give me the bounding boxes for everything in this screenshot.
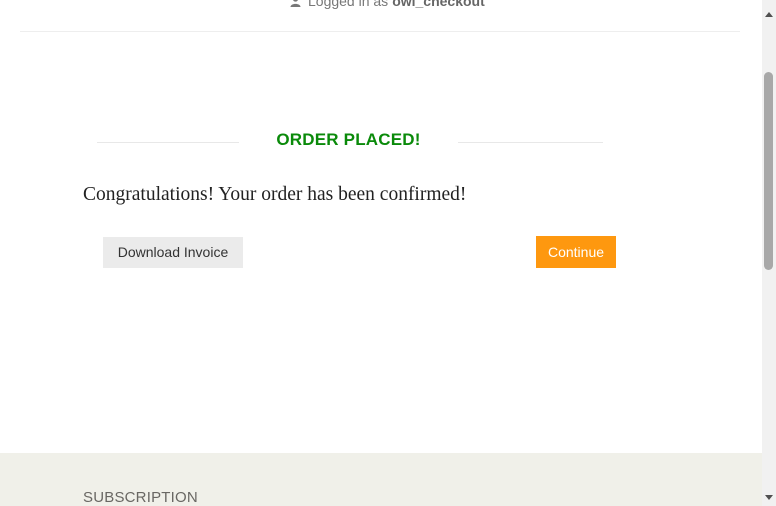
confirmation-message: Congratulations! Your order has been con… [83, 184, 467, 205]
vertical-scrollbar[interactable] [762, 0, 776, 506]
user-icon [290, 0, 301, 7]
title-divider-left [97, 142, 239, 143]
order-title-row: ORDER PLACED! [97, 128, 603, 156]
scroll-down-arrow-icon[interactable] [765, 488, 773, 500]
footer: SUBSCRIPTION [0, 453, 762, 506]
login-prefix: Logged in as [308, 0, 389, 9]
scroll-up-arrow-icon[interactable] [765, 6, 773, 17]
continue-button[interactable]: Continue [536, 236, 616, 268]
username[interactable]: owl_checkout [392, 0, 485, 9]
scrollbar-thumb[interactable] [764, 72, 773, 270]
order-confirmation-page: Logged in as owl_checkout ORDER PLACED! … [0, 0, 776, 506]
title-divider-right [458, 142, 603, 143]
download-invoice-button[interactable]: Download Invoice [103, 237, 243, 268]
subscription-heading: SUBSCRIPTION [83, 489, 198, 506]
login-status: Logged in as owl_checkout [290, 0, 485, 9]
header-divider [20, 31, 740, 32]
header: Logged in as owl_checkout [0, 0, 762, 32]
order-placed-title: ORDER PLACED! [276, 130, 421, 149]
